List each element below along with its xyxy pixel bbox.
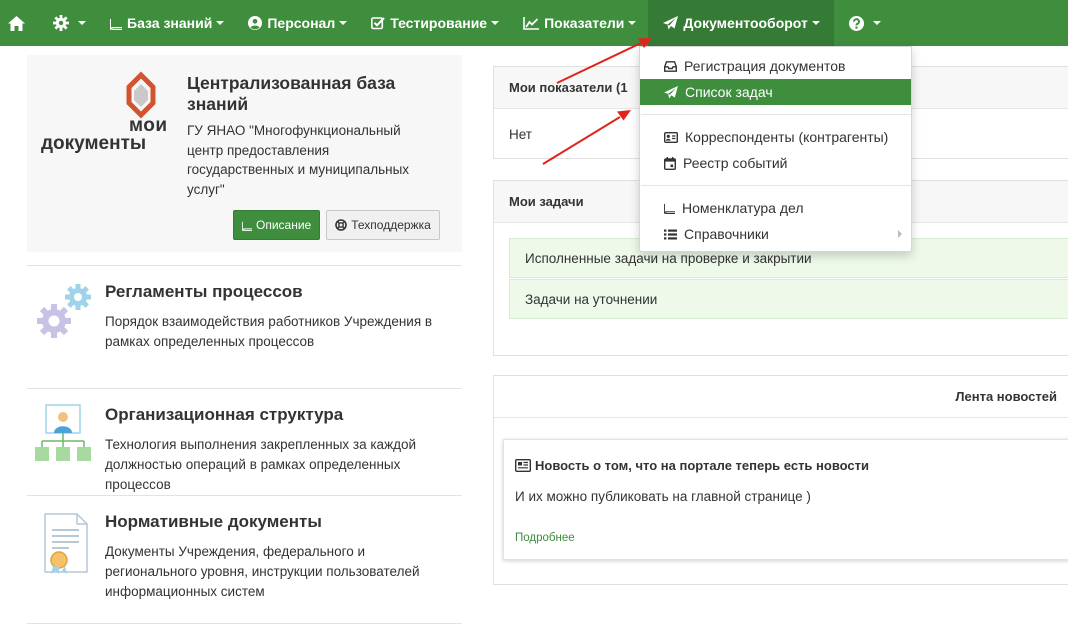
menu-item-directories[interactable]: Справочники (640, 221, 911, 247)
menu-item-register-documents[interactable]: Регистрация документов (640, 53, 911, 79)
book-icon (664, 202, 675, 214)
section-title: Регламенты процессов (105, 282, 303, 301)
help-menu[interactable] (834, 0, 893, 46)
book-icon (242, 219, 252, 231)
section-title: Организационная структура (105, 405, 344, 424)
menu-item-label: Регистрация документов (684, 58, 846, 74)
settings-menu[interactable] (39, 0, 98, 46)
menu-item-task-list[interactable]: Список задач (640, 79, 911, 105)
chevron-down-icon (872, 21, 881, 25)
chevron-down-icon (628, 21, 637, 25)
description-button-label: Описание (256, 218, 312, 232)
left-column: мои документы Централизованная база знан… (27, 55, 462, 625)
home-button[interactable] (0, 0, 39, 46)
logo-text-bottom: документы (41, 133, 147, 154)
organization-name: ГУ ЯНАО "Многофункциональный центр предо… (187, 123, 410, 197)
home-icon (8, 15, 25, 31)
section-description: Документы Учреждения, федерального и рег… (105, 544, 420, 599)
description-button[interactable]: Описание (233, 210, 321, 240)
section-description: Порядок взаимодействия работников Учрежд… (105, 314, 433, 349)
nav-personnel[interactable]: Персонал (236, 0, 359, 46)
menu-item-label: Справочники (684, 226, 769, 242)
read-more-link[interactable]: Подробнее (515, 532, 575, 544)
menu-item-label: Номенклатура дел (682, 200, 804, 216)
section-regulatory-docs[interactable]: Нормативные документы Документы Учрежден… (27, 495, 462, 623)
paper-plane-icon (664, 85, 678, 99)
menu-item-correspondents[interactable]: Корреспонденты (контрагенты) (640, 124, 911, 150)
document-flow-dropdown: Регистрация документов Список задач Корр… (639, 46, 912, 252)
certificate-document-icon (44, 513, 88, 574)
section-process-regulations[interactable]: Регламенты процессов Порядок взаимодейст… (27, 265, 462, 388)
chevron-down-icon (216, 21, 225, 25)
divider (27, 623, 462, 625)
menu-item-label: Список задач (685, 84, 773, 100)
news-item-title: Новость о том, что на портале теперь ест… (535, 458, 870, 473)
calendar-icon (664, 156, 676, 170)
hero-card: мои документы Централизованная база знан… (27, 55, 462, 252)
nav-testing[interactable]: Тестирование (359, 0, 511, 46)
section-title: Нормативные документы (105, 512, 322, 531)
nav-document-flow[interactable]: Документооборот (648, 0, 834, 46)
user-circle-icon (248, 16, 263, 30)
task-row-clarification[interactable]: Задачи на уточнении (509, 279, 1068, 319)
chevron-down-icon (339, 21, 348, 25)
nav-testing-label: Тестирование (390, 15, 488, 31)
address-card-icon (664, 131, 678, 143)
question-circle-icon (848, 15, 864, 31)
list-icon (664, 229, 677, 239)
news-item-body: И их можно публиковать на главной страни… (515, 489, 811, 504)
inbox-icon (664, 60, 677, 72)
newspaper-icon (515, 459, 531, 472)
chevron-down-icon (491, 21, 500, 25)
menu-divider (641, 114, 911, 115)
nav-knowledge-base[interactable]: База знаний (98, 0, 236, 46)
chevron-right-icon (898, 230, 902, 238)
nav-indicators-label: Показатели (544, 15, 625, 31)
menu-item-label: Корреспонденты (контрагенты) (685, 129, 889, 145)
news-feed-panel: Лента новостей Новость о том, что на пор… (493, 375, 1068, 585)
nav-indicators[interactable]: Показатели (511, 0, 648, 46)
menu-item-event-registry[interactable]: Реестр событий (640, 150, 911, 176)
gear-icon (53, 15, 69, 31)
menu-divider (641, 185, 911, 186)
nav-knowledge-base-label: База знаний (127, 15, 213, 31)
line-chart-icon (523, 16, 540, 30)
support-button-label: Техподдержка (351, 218, 431, 232)
section-description: Технология выполнения закрепленных за ка… (105, 437, 417, 492)
paper-plane-icon (663, 16, 679, 30)
news-item: Новость о том, что на портале теперь ест… (503, 439, 1068, 560)
chevron-down-icon (78, 21, 86, 25)
nav-document-flow-label: Документооборот (683, 15, 808, 31)
life-ring-icon (335, 219, 348, 231)
news-feed-heading: Лента новостей (494, 376, 1068, 418)
book-icon (110, 16, 122, 30)
support-button[interactable]: Техподдержка (326, 210, 440, 240)
moi-dokumenty-logo: мои документы (41, 71, 171, 156)
chevron-down-icon (811, 21, 820, 25)
menu-item-label: Реестр событий (683, 155, 788, 171)
menu-item-nomenclature[interactable]: Номенклатура дел (640, 195, 911, 221)
checkbox-icon (371, 17, 385, 30)
hero-title: Централизованная база знаний (187, 73, 396, 114)
org-chart-icon (35, 404, 91, 461)
nav-personnel-label: Персонал (267, 15, 336, 31)
section-org-structure[interactable]: Организационная структура Технология вып… (27, 388, 462, 495)
top-navbar: База знаний Персонал Тестирование Показа… (0, 0, 1068, 46)
gears-icon (37, 284, 91, 338)
